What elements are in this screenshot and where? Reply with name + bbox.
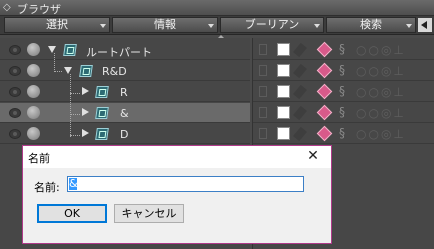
ghost-attribute-icons: ○○◎⊥ bbox=[356, 127, 406, 141]
tree-row[interactable]: R bbox=[0, 82, 250, 102]
material-diamond-icon[interactable] bbox=[316, 83, 333, 100]
visibility-eye-icon[interactable] bbox=[9, 45, 21, 55]
link-swirl-icon[interactable]: § bbox=[339, 127, 351, 139]
collapsed-triangle-icon[interactable] bbox=[82, 87, 89, 95]
menu-tab-search[interactable]: 検索 bbox=[326, 17, 416, 33]
visibility-eye-icon[interactable] bbox=[9, 87, 21, 97]
pen-icon[interactable] bbox=[293, 126, 307, 142]
menu-tab-label: 選択 bbox=[46, 18, 68, 31]
menu-tab-label: ブーリアン bbox=[244, 18, 300, 31]
ghost-attribute-icons: ○○◎⊥ bbox=[356, 106, 406, 120]
ok-button[interactable]: OK bbox=[37, 204, 107, 223]
menu-tab-info[interactable]: 情報 bbox=[112, 17, 218, 33]
menu-tab-label: 検索 bbox=[360, 18, 382, 31]
node-label: ルートパート bbox=[86, 46, 152, 59]
checkbox[interactable] bbox=[277, 106, 290, 119]
pen-icon[interactable] bbox=[293, 63, 307, 79]
pen-icon[interactable] bbox=[293, 105, 307, 121]
menu-tab-label: 情報 bbox=[154, 18, 176, 31]
name-field-label: 名前: bbox=[34, 181, 60, 194]
tree-connector bbox=[54, 71, 62, 72]
dropdown-arrow-icon bbox=[314, 24, 320, 28]
material-diamond-icon[interactable] bbox=[316, 41, 333, 58]
render-sphere-icon[interactable] bbox=[27, 43, 40, 56]
lock-icon[interactable] bbox=[259, 65, 267, 76]
attribute-row: § ○○◎⊥ bbox=[253, 61, 434, 81]
dialog-title: 名前 bbox=[28, 152, 50, 165]
part-node-icon bbox=[79, 65, 93, 77]
checkbox[interactable] bbox=[277, 43, 290, 56]
render-sphere-icon[interactable] bbox=[27, 127, 40, 140]
link-swirl-icon[interactable]: § bbox=[339, 64, 351, 76]
lock-icon[interactable] bbox=[259, 86, 267, 97]
node-label: R bbox=[120, 86, 128, 99]
close-icon[interactable]: ✕ bbox=[305, 148, 321, 164]
node-label: R&D bbox=[102, 65, 127, 78]
render-sphere-icon[interactable] bbox=[27, 85, 40, 98]
ghost-attribute-icons: ○○◎⊥ bbox=[356, 64, 406, 78]
tree-connector bbox=[54, 53, 55, 72]
pen-icon[interactable] bbox=[293, 84, 307, 100]
collapsed-triangle-icon[interactable] bbox=[82, 108, 89, 116]
link-swirl-icon[interactable]: § bbox=[339, 43, 351, 55]
link-swirl-icon[interactable]: § bbox=[339, 85, 351, 97]
expand-triangle-icon[interactable] bbox=[48, 46, 56, 53]
ghost-attribute-icons: ○○◎⊥ bbox=[356, 85, 406, 99]
tree-connector bbox=[70, 135, 80, 136]
menu-tab-select[interactable]: 選択 bbox=[4, 17, 110, 33]
ghost-attribute-icons: ○○◎⊥ bbox=[356, 43, 406, 57]
lock-icon[interactable] bbox=[259, 128, 267, 139]
panel-title: ブラウザ bbox=[17, 3, 61, 16]
checkbox[interactable] bbox=[277, 64, 290, 77]
tree-row[interactable]: R&D bbox=[0, 61, 250, 81]
dropdown-arrow-icon bbox=[100, 24, 106, 28]
tree-row[interactable]: ルートパート bbox=[0, 40, 250, 60]
collapse-icon[interactable]: ◇ bbox=[3, 2, 14, 13]
pen-icon[interactable] bbox=[293, 42, 307, 58]
attribute-row: § ○○◎⊥ bbox=[253, 124, 434, 144]
checkbox[interactable] bbox=[277, 85, 290, 98]
expand-triangle-icon[interactable] bbox=[64, 67, 72, 74]
part-node-icon bbox=[63, 44, 77, 56]
name-input[interactable] bbox=[67, 176, 304, 192]
panel-title-bar: ◇ ブラウザ bbox=[0, 0, 434, 16]
part-node-icon bbox=[95, 86, 109, 98]
material-diamond-icon[interactable] bbox=[316, 125, 333, 142]
part-node-icon bbox=[95, 128, 109, 140]
rename-dialog: 名前 ✕ 名前: & OK キャンセル bbox=[22, 145, 332, 244]
material-diamond-icon[interactable] bbox=[316, 104, 333, 121]
lock-icon[interactable] bbox=[259, 44, 267, 55]
material-diamond-icon[interactable] bbox=[316, 62, 333, 79]
visibility-eye-icon[interactable] bbox=[9, 66, 21, 76]
dropdown-arrow-icon bbox=[208, 24, 214, 28]
menu-tab-boolean[interactable]: ブーリアン bbox=[220, 17, 324, 33]
visibility-eye-icon[interactable] bbox=[9, 129, 21, 139]
render-sphere-icon[interactable] bbox=[27, 64, 40, 77]
tree-connector bbox=[70, 93, 80, 94]
collapsed-triangle-icon[interactable] bbox=[82, 129, 89, 137]
dropdown-arrow-icon bbox=[406, 24, 412, 28]
node-label: D bbox=[120, 128, 129, 141]
cancel-button[interactable]: キャンセル bbox=[114, 204, 184, 223]
tree-row-selected[interactable]: & bbox=[0, 103, 250, 123]
lock-icon[interactable] bbox=[259, 107, 267, 118]
tree-connector bbox=[70, 74, 71, 137]
tree-row[interactable]: D bbox=[0, 124, 250, 144]
name-input-value: & bbox=[69, 177, 78, 190]
part-node-icon bbox=[95, 107, 109, 119]
attribute-row: § ○○◎⊥ bbox=[253, 40, 434, 60]
menu-bar: 選択 情報 ブーリアン 検索 bbox=[0, 16, 434, 35]
tree-connector bbox=[70, 114, 80, 115]
dialog-title-bar: 名前 ✕ bbox=[23, 146, 331, 168]
render-sphere-icon[interactable] bbox=[27, 106, 40, 119]
attribute-row: § ○○◎⊥ bbox=[253, 82, 434, 102]
panel-expand-arrow-icon[interactable] bbox=[418, 18, 432, 32]
link-swirl-icon[interactable]: § bbox=[339, 106, 351, 118]
attribute-row: § ○○◎⊥ bbox=[253, 103, 434, 123]
checkbox[interactable] bbox=[277, 127, 290, 140]
visibility-eye-icon[interactable] bbox=[9, 108, 21, 118]
node-label: & bbox=[120, 107, 129, 120]
